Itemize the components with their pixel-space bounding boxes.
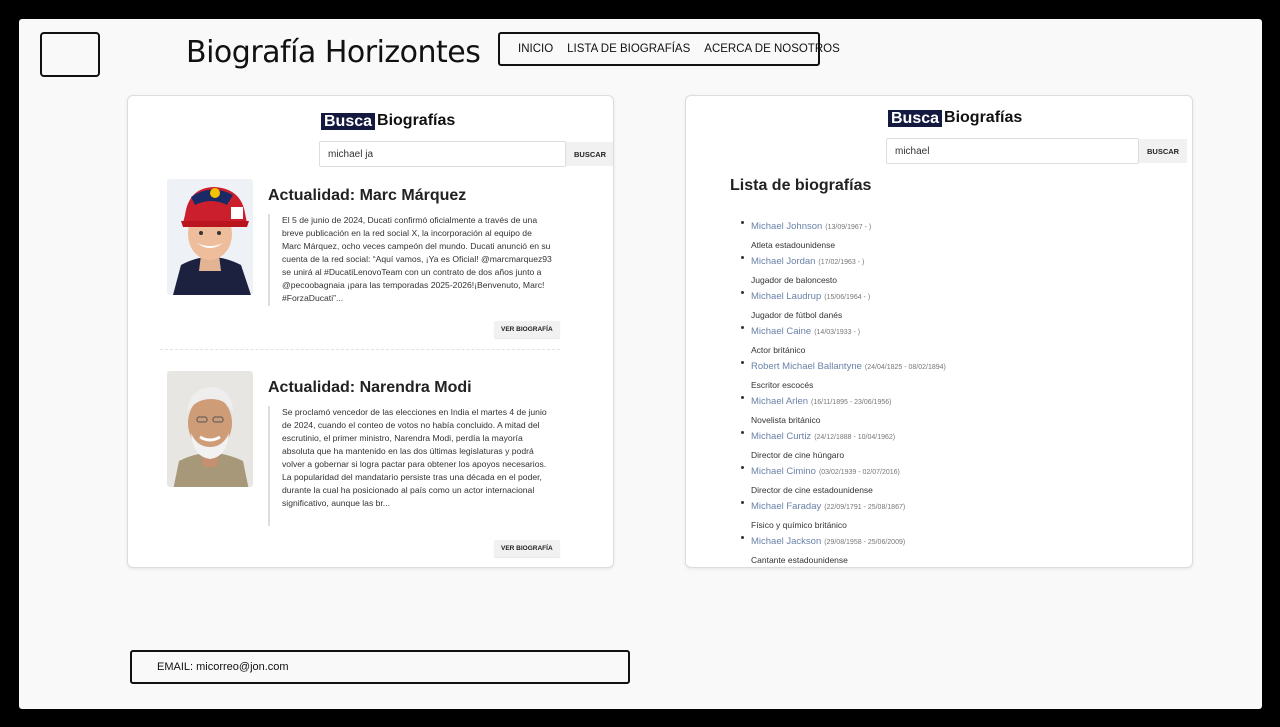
- portrait-image: [167, 371, 253, 487]
- biography-link[interactable]: Michael Cimino: [751, 466, 816, 477]
- biography-dates: (15/06/1964 - ): [824, 294, 871, 301]
- list-item: Michael Arlen (16/11/1895 - 23/06/1956) No…: [741, 391, 1161, 426]
- list-item: Michael Curtiz (24/12/1888 - 10/04/1962) D…: [741, 426, 1161, 461]
- biography-dates: (22/09/1791 - 25/08/1867): [824, 504, 906, 511]
- list-title: Lista de biografías: [730, 177, 872, 194]
- logo-placeholder[interactable]: [40, 32, 100, 77]
- nav-link-acerca[interactable]: ACERCA DE NOSOTROS: [704, 43, 839, 55]
- biography-description: Atleta estadounidense: [751, 240, 836, 250]
- biography-dates: (24/04/1825 - 08/02/1894): [864, 364, 946, 371]
- biography-description: Novelista británico: [751, 415, 821, 425]
- view-biography-button[interactable]: VER BIOGRAFÍA: [494, 540, 560, 557]
- bio-excerpt: El 5 de junio de 2024, Ducati confirmó o…: [268, 214, 553, 306]
- biography-description: Director de cine húngaro: [751, 450, 845, 460]
- search-bar: BUSCAR: [319, 141, 613, 167]
- bio-title: Actualidad: Marc Márquez: [268, 187, 467, 204]
- biography-link[interactable]: Michael Curtiz: [751, 431, 811, 442]
- biography-dates: (03/02/1939 - 02/07/2016): [818, 469, 900, 476]
- list-item: Michael Caine (14/03/1933 - ) Actor britán…: [741, 321, 1161, 356]
- biography-list: Michael Johnson (13/09/1967 - ) Atleta est…: [741, 216, 1161, 566]
- biography-list-panel: Busca Biografías BUSCAR Lista de biograf…: [685, 95, 1193, 568]
- brand-logo: Busca Biografías: [321, 112, 455, 130]
- biography-link[interactable]: Michael Jordan: [751, 256, 815, 267]
- biography-dates: (16/11/1895 - 23/06/1956): [811, 399, 892, 406]
- portrait-image: [167, 179, 253, 295]
- bio-excerpt: Se proclamó vencedor de las elecciones e…: [268, 406, 553, 526]
- biography-dates: (17/02/1963 - ): [818, 259, 865, 266]
- biography-link[interactable]: Michael Johnson: [751, 221, 822, 232]
- biography-description: Cantante estadounidense: [751, 555, 848, 565]
- list-item: Michael Jordan (17/02/1963 - ) Jugador de …: [741, 251, 1161, 286]
- biography-dates: (29/08/1958 - 25/06/2009): [824, 539, 906, 546]
- top-navigation: INICIO LISTA DE BIOGRAFÍAS ACERCA DE NOS…: [498, 32, 840, 66]
- brand-logo: Busca Biografías: [888, 109, 1022, 127]
- nav-link-lista-biografias[interactable]: LISTA DE BIOGRAFÍAS: [567, 43, 690, 55]
- biography-link[interactable]: Michael Faraday: [751, 501, 821, 512]
- page: Biografía Horizontes INICIO LISTA DE BIO…: [19, 19, 1262, 709]
- brand-busca: Busca: [321, 112, 376, 130]
- search-bar: BUSCAR: [886, 138, 1188, 164]
- search-button[interactable]: BUSCAR: [1139, 139, 1188, 163]
- search-input[interactable]: [319, 141, 566, 167]
- brand-biografias: Biografías: [944, 109, 1023, 126]
- search-input[interactable]: [886, 138, 1139, 164]
- view-biography-button[interactable]: VER BIOGRAFÍA: [494, 321, 560, 338]
- list-item: Michael Johnson (13/09/1967 - ) Atleta est…: [741, 216, 1161, 251]
- biography-description: Físico y químico británico: [751, 520, 847, 530]
- brand-busca: Busca: [888, 109, 943, 127]
- list-item: Michael Jackson (29/08/1958 - 25/06/2009)…: [741, 531, 1161, 566]
- list-item: Robert Michael Ballantyne (24/04/1825 - 0…: [741, 356, 1161, 391]
- biography-link[interactable]: Michael Jackson: [751, 536, 821, 547]
- search-button[interactable]: BUSCAR: [566, 142, 613, 166]
- biography-link[interactable]: Michael Caine: [751, 326, 811, 337]
- card-divider: [160, 349, 560, 350]
- biography-description: Director de cine estadounidense: [751, 485, 873, 495]
- biography-link[interactable]: Michael Laudrup: [751, 291, 821, 302]
- site-title: Biografía Horizontes: [186, 35, 481, 70]
- biography-description: Jugador de fútbol danés: [751, 310, 843, 320]
- biography-dates: (14/03/1933 - ): [814, 329, 861, 336]
- bio-title: Actualidad: Narendra Modi: [268, 379, 472, 396]
- list-item: Michael Faraday (22/09/1791 - 25/08/1867)…: [741, 496, 1161, 531]
- biography-dates: (13/09/1967 - ): [825, 224, 872, 231]
- biography-link[interactable]: Michael Arlen: [751, 396, 808, 407]
- biography-description: Actor británico: [751, 345, 806, 355]
- list-item: Michael Laudrup (15/06/1964 - ) Jugador de…: [741, 286, 1161, 321]
- bio-card-marc-marquez: Actualidad: Marc Márquez El 5 de junio d…: [167, 179, 567, 339]
- footer-contact: EMAIL: micorreo@jon.com: [130, 650, 630, 684]
- biography-dates: (24/12/1888 - 10/04/1962): [814, 434, 896, 441]
- biography-link[interactable]: Robert Michael Ballantyne: [751, 361, 862, 372]
- list-item: Michael Cimino (03/02/1939 - 02/07/2016) D…: [741, 461, 1161, 496]
- footer-email[interactable]: EMAIL: micorreo@jon.com: [157, 661, 289, 673]
- biography-description: Jugador de baloncesto: [751, 275, 838, 285]
- bio-card-narendra-modi: Actualidad: Narendra Modi Se proclamó ve…: [167, 371, 567, 531]
- brand-biografias: Biografías: [377, 112, 456, 129]
- nav-link-inicio[interactable]: INICIO: [518, 43, 553, 55]
- featured-biographies-panel: Busca Biografías BUSCAR: [127, 95, 614, 568]
- biography-description: Escritor escocés: [751, 380, 814, 390]
